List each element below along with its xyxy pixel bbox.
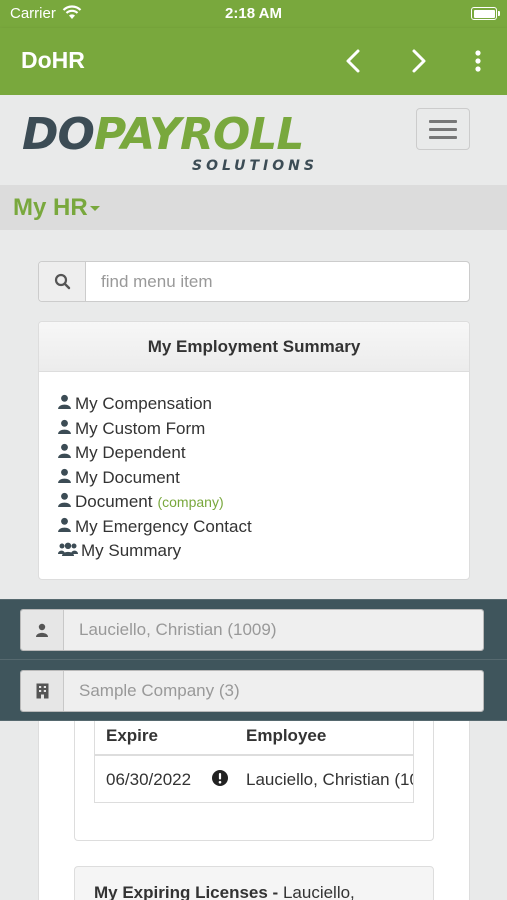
caret-down-icon <box>89 206 100 212</box>
more-vertical-icon[interactable] <box>462 45 494 77</box>
summary-link-1[interactable]: My Custom Form <box>58 417 469 442</box>
back-chevron-icon[interactable] <box>338 45 370 77</box>
section-bar: My HR <box>0 185 507 230</box>
summary-link-label: My Compensation <box>75 394 213 414</box>
user-icon <box>58 517 74 537</box>
summary-link-label: My Dependent <box>75 443 186 463</box>
forward-chevron-icon[interactable] <box>402 45 434 77</box>
expiring-licenses-card: My Expiring Licenses - Lauciello, <box>74 866 434 900</box>
menu-toggle-button[interactable] <box>416 108 470 150</box>
hamburger-icon-bar <box>429 120 457 123</box>
app-bar: DoHR <box>0 28 507 95</box>
summary-link-label: Document <box>75 492 153 512</box>
battery-icon <box>471 7 500 20</box>
company-select[interactable] <box>64 671 483 711</box>
user-icon <box>58 443 74 463</box>
table-row[interactable]: 06/30/2022 Lauciello, Christian (1009) <box>95 756 413 801</box>
summary-link-label: My Emergency Contact <box>75 516 252 536</box>
summary-link-label: My Summary <box>81 541 182 561</box>
summary-link-label: My Custom Form <box>75 418 206 438</box>
user-icon <box>58 492 74 512</box>
employee-cell: Lauciello, Christian (1009) <box>246 770 413 789</box>
summary-link-5[interactable]: My Emergency Contact <box>58 515 469 540</box>
employee-select[interactable] <box>64 610 483 650</box>
employment-summary-panel: My Employment Summary My Compensation My … <box>38 321 470 580</box>
brand-header: DOPAYROLL SOLUTIONS <box>0 95 507 185</box>
filter-overlay <box>0 599 507 721</box>
dopayroll-logo[interactable]: DOPAYROLL SOLUTIONS <box>22 113 322 175</box>
status-bar: Carrier 2:18 AM <box>0 0 507 28</box>
expiring-table: Expire Employee 06/30/2022 Lauciello, Ch… <box>94 721 414 803</box>
user-icon <box>58 468 74 488</box>
summary-link-6[interactable]: My Summary <box>58 539 469 564</box>
exclamation-circle-icon <box>212 770 228 786</box>
summary-link-4[interactable]: Document (company) <box>58 490 469 515</box>
user-icon <box>21 610 64 650</box>
column-header-employee[interactable]: Employee <box>246 726 326 746</box>
company-tag: (company) <box>157 494 224 511</box>
summary-link-0[interactable]: My Compensation <box>58 392 469 417</box>
building-icon <box>21 671 64 711</box>
search-icon <box>39 262 86 301</box>
expire-date-cell: 06/30/2022 <box>106 770 192 789</box>
table-header: Expire Employee <box>95 721 413 756</box>
app-title: DoHR <box>21 47 85 73</box>
summary-link-2[interactable]: My Dependent <box>58 441 469 466</box>
licenses-title: My Expiring Licenses - Lauciello, <box>94 883 355 900</box>
column-header-expire[interactable]: Expire <box>106 726 158 746</box>
company-filter <box>20 670 484 712</box>
summary-list: My Compensation My Custom Form My Dependen… <box>39 372 469 564</box>
user-icon <box>58 394 74 414</box>
search-input[interactable] <box>86 262 469 301</box>
user-icon <box>58 419 74 439</box>
my-hr-dropdown[interactable]: My HR <box>13 194 100 222</box>
panel-heading: My Employment Summary <box>39 322 469 372</box>
clock: 2:18 AM <box>225 5 282 22</box>
users-icon <box>58 541 80 561</box>
menu-search <box>38 261 470 302</box>
summary-link-3[interactable]: My Document <box>58 466 469 491</box>
summary-link-label: My Document <box>75 467 180 487</box>
employee-filter <box>20 609 484 651</box>
